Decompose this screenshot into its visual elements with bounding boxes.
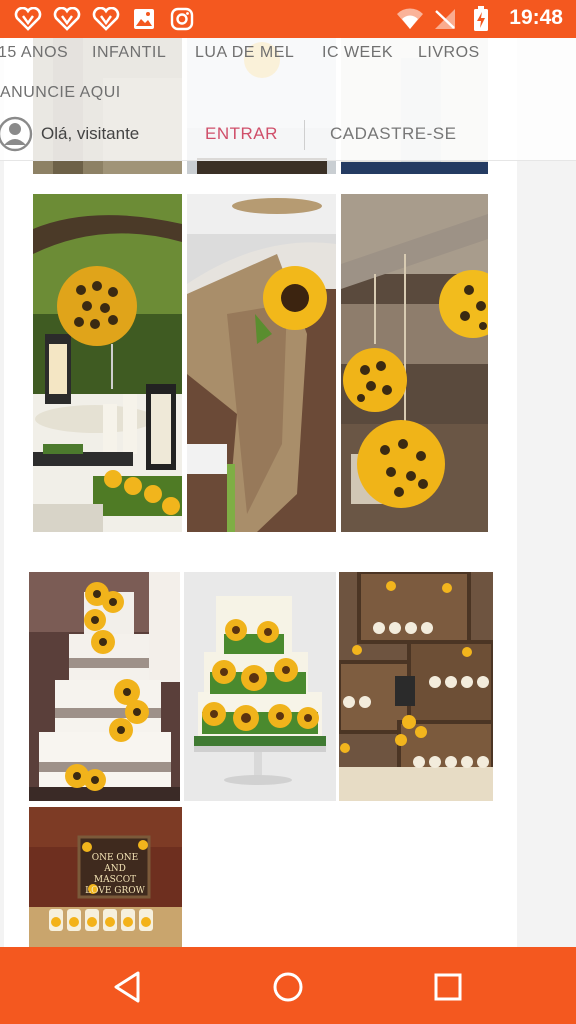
greeting-text: Olá, visitante bbox=[41, 124, 140, 143]
photo-chair-burlap[interactable] bbox=[187, 194, 336, 532]
category-item[interactable]: 15 ANOS bbox=[0, 44, 68, 62]
announce-link[interactable]: ANUNCIE AQUI bbox=[0, 84, 121, 102]
category-item[interactable]: INFANTIL bbox=[92, 44, 166, 62]
photo-sign-treats[interactable]: ONE ONE AND MASCOT LOVE GROW bbox=[29, 807, 182, 947]
instagram-icon bbox=[170, 7, 194, 36]
recents-icon[interactable] bbox=[428, 967, 468, 1007]
photo-sign-text: ONE ONE AND MASCOT LOVE GROW bbox=[85, 853, 145, 896]
heart-badge-icon bbox=[14, 6, 42, 36]
photo-hanging-balls[interactable] bbox=[341, 194, 488, 532]
user-avatar-icon[interactable] bbox=[0, 116, 34, 152]
heart-badge-icon bbox=[53, 6, 81, 36]
signup-link[interactable]: CADASTRE-SE bbox=[330, 124, 456, 144]
photo-table-centerpiece[interactable] bbox=[33, 194, 182, 532]
no-signal-icon bbox=[434, 8, 456, 35]
battery-charging-icon bbox=[473, 6, 489, 37]
home-icon[interactable] bbox=[268, 967, 308, 1007]
back-icon[interactable] bbox=[108, 967, 148, 1007]
login-link[interactable]: ENTRAR bbox=[205, 124, 278, 144]
user-bar: Olá, visitante ENTRAR CADASTRE-SE bbox=[0, 116, 576, 161]
category-item[interactable]: LIVROS bbox=[418, 44, 480, 62]
android-nav-bar bbox=[0, 947, 576, 1024]
photo-cupcake-crates[interactable] bbox=[339, 572, 493, 801]
wifi-icon bbox=[396, 8, 424, 35]
category-menu: 15 ANOS INFANTIL LUA DE MEL IC WEEK LIVR… bbox=[0, 44, 576, 74]
heart-badge-icon bbox=[92, 6, 120, 36]
divider bbox=[304, 120, 305, 150]
clock: 19:48 bbox=[509, 6, 563, 29]
image-icon bbox=[133, 8, 155, 35]
page-content: ONE ONE AND MASCOT LOVE GROW bbox=[0, 38, 576, 947]
photo-cake-burlap[interactable] bbox=[29, 572, 180, 801]
status-bar: 19:48 bbox=[0, 0, 576, 38]
photo-cake-painted[interactable] bbox=[184, 572, 336, 801]
category-item[interactable]: LUA DE MEL bbox=[195, 44, 294, 62]
category-item[interactable]: IC WEEK bbox=[322, 44, 393, 62]
site-header: 15 ANOS INFANTIL LUA DE MEL IC WEEK LIVR… bbox=[0, 38, 576, 161]
